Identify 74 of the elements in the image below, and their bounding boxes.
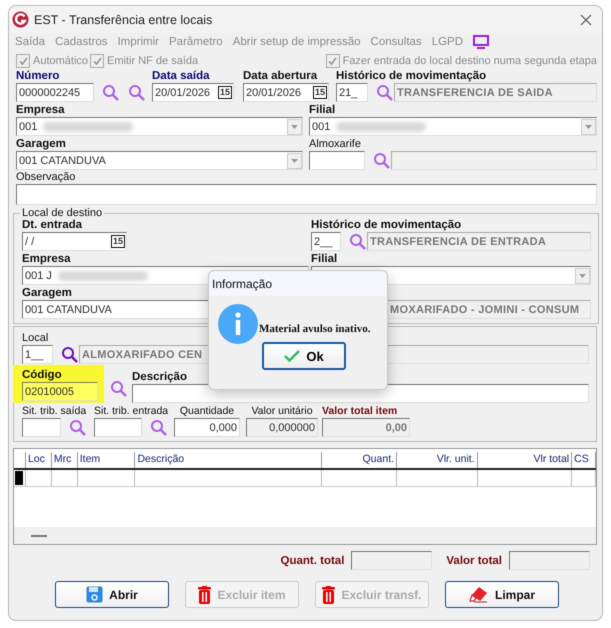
column-header[interactable]: Item bbox=[78, 452, 136, 468]
column-header[interactable]: Mrc bbox=[52, 452, 78, 468]
field-label: Quantidade bbox=[180, 404, 234, 418]
action-button[interactable]: Limpar bbox=[445, 581, 559, 608]
calendar-button[interactable]: 15 bbox=[312, 86, 327, 99]
field-value: 001 CATANDUVA bbox=[19, 154, 106, 166]
field-label: Quant. total bbox=[280, 554, 344, 568]
dropdown-field[interactable]: 001 CATANDUVA bbox=[16, 151, 303, 170]
calendar-button[interactable]: 15 bbox=[218, 86, 232, 99]
field-label: Empresa bbox=[16, 103, 65, 117]
field-label: Código bbox=[22, 368, 62, 382]
field-value: 0,000000 bbox=[269, 422, 315, 434]
field-value: 001 bbox=[19, 120, 38, 132]
field-label: Número bbox=[16, 69, 60, 83]
column-header[interactable]: Vlr total bbox=[478, 452, 572, 468]
dropdown-field[interactable]: 001 bbox=[16, 117, 303, 136]
input-field[interactable]: 0000002245 bbox=[16, 83, 94, 102]
field-label: Histórico de movimentação bbox=[336, 69, 486, 83]
field-value: 001 bbox=[312, 120, 330, 132]
field-label: Data saída bbox=[152, 69, 210, 83]
field-label: Data abertura bbox=[243, 69, 318, 83]
field-label: Local bbox=[22, 331, 48, 345]
group-title: Local de destino bbox=[21, 207, 104, 219]
action-button[interactable]: Abrir bbox=[55, 581, 169, 608]
field-value: 21_ bbox=[339, 86, 358, 98]
input-field[interactable]: 2__ bbox=[311, 232, 341, 251]
field-value: TRANSFERENCIA DE SAIDA bbox=[397, 86, 553, 98]
field-value: 02010005 bbox=[25, 386, 74, 398]
field-label: Filial bbox=[311, 252, 338, 266]
window-title: EST - Transferência entre locais bbox=[34, 12, 212, 26]
field-label: Sit. trib. entrada bbox=[94, 404, 168, 418]
date-field[interactable]: 20/01/2026 15 bbox=[152, 83, 234, 102]
field-value: 20/01/2026 bbox=[246, 86, 302, 98]
column-header[interactable]: Vlr. unit. bbox=[397, 452, 478, 468]
date-field[interactable]: / / 15 bbox=[22, 232, 127, 251]
field-value: MOXARIFADO - JOMINI - CONSUM bbox=[390, 304, 580, 316]
field-value: 2__ bbox=[314, 236, 332, 248]
dialog-title: Informação bbox=[209, 271, 387, 296]
field-label: Empresa bbox=[22, 252, 71, 266]
field-label: Garagem bbox=[16, 137, 66, 151]
column-header[interactable]: Descrição bbox=[135, 452, 322, 468]
column-header[interactable]: CS bbox=[572, 452, 596, 468]
field-value: 001 CATANDUVA bbox=[25, 304, 112, 316]
field-label: Filial bbox=[309, 103, 336, 117]
field-label: Sit. trib. saída bbox=[22, 404, 86, 418]
column-header[interactable]: Quant. bbox=[322, 452, 398, 468]
column-header[interactable]: Loc bbox=[26, 452, 52, 468]
field-value: 0,00 bbox=[386, 422, 407, 434]
field-label: Valor total bbox=[446, 554, 502, 568]
dialog-message: Material avulso inativo. bbox=[259, 323, 371, 335]
field-label: Dt. entrada bbox=[22, 218, 82, 232]
field-value: 1__ bbox=[25, 348, 44, 360]
field-label: Valor total item bbox=[322, 404, 398, 418]
input-field[interactable]: 02010005 bbox=[22, 382, 98, 401]
ok-button[interactable]: Ok bbox=[262, 342, 346, 370]
field-value: 0000002245 bbox=[19, 86, 80, 98]
field-value: / / bbox=[25, 236, 34, 248]
field-label: Almoxarife bbox=[309, 137, 361, 151]
field-label: Garagem bbox=[22, 286, 72, 300]
field-label: Descrição bbox=[132, 370, 187, 384]
dropdown-field[interactable]: 001 bbox=[309, 117, 597, 136]
field-value: 001 J bbox=[25, 270, 52, 282]
field-value: 0,000 bbox=[209, 422, 237, 434]
field-label: Valor unitário bbox=[251, 404, 313, 418]
input-field[interactable]: 21_ bbox=[336, 83, 368, 102]
field-value: 20/01/2026 bbox=[155, 86, 210, 98]
field-value: TRANSFERENCIA DE ENTRADA bbox=[370, 236, 546, 248]
field-label: Observação bbox=[16, 170, 76, 184]
calendar-button[interactable]: 15 bbox=[110, 235, 125, 248]
field-label: Histórico de movimentação bbox=[311, 218, 462, 232]
field-value: ALMOXARIFADO CEN bbox=[82, 348, 202, 360]
input-field[interactable]: 0,000 bbox=[174, 418, 240, 437]
input-field[interactable]: 1__ bbox=[22, 345, 53, 364]
date-field[interactable]: 20/01/2026 15 bbox=[243, 83, 329, 102]
